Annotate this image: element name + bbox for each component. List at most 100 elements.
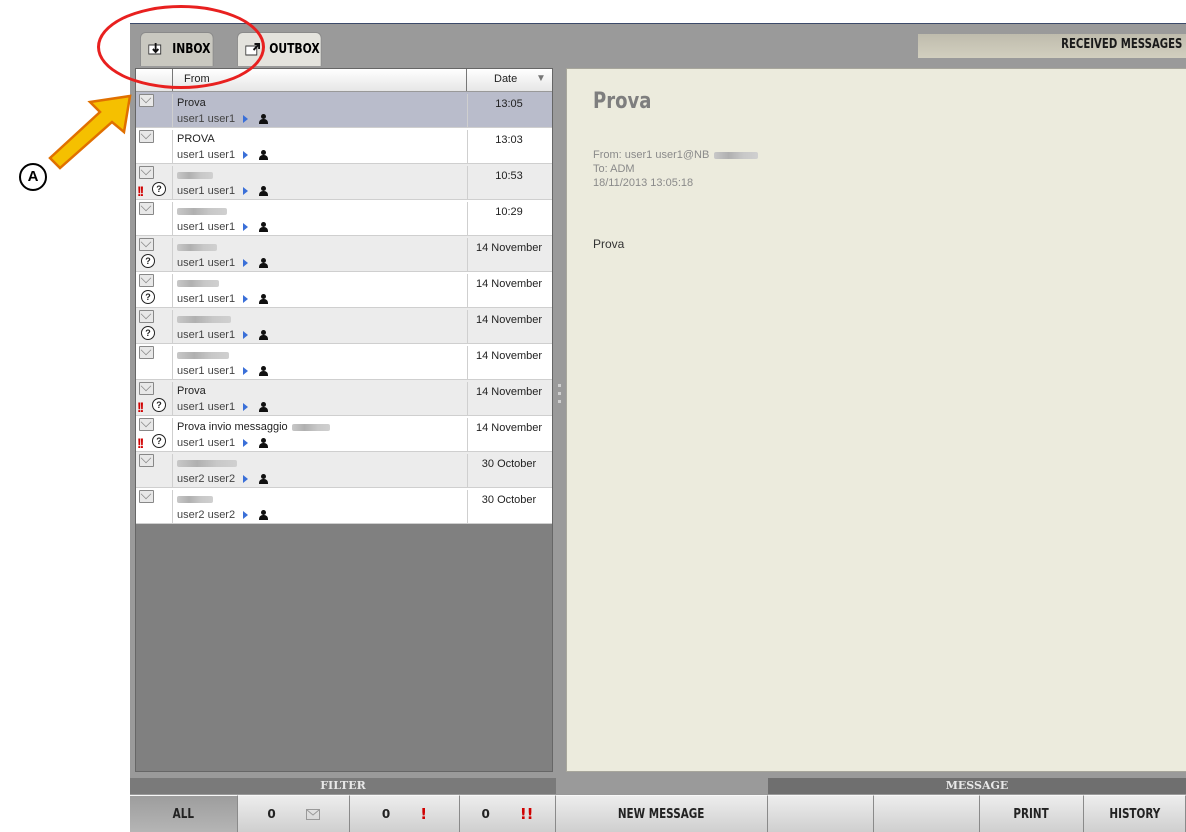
message-sender: user1 user1 — [177, 257, 269, 269]
message-row[interactable]: user2 user2 30 October — [136, 488, 552, 524]
history-button[interactable]: HISTORY — [1084, 795, 1186, 832]
message-row[interactable]: user2 user2 30 October — [136, 452, 552, 488]
play-arrow-icon — [243, 151, 249, 160]
urgent-icon: !! — [137, 399, 144, 415]
message-sender: user2 user2 — [177, 473, 269, 485]
envelope-icon — [139, 166, 154, 179]
message-sender: user1 user1 — [177, 329, 269, 341]
redacted-text — [177, 279, 219, 287]
column-header-from[interactable]: From — [184, 73, 210, 85]
sort-desc-icon[interactable]: ▼ — [536, 73, 546, 84]
play-arrow-icon — [243, 259, 249, 268]
message-date: 14 November — [475, 278, 543, 290]
message-date: 14 November — [475, 314, 543, 326]
message-row[interactable]: !!? Prova invio messaggio user1 user1 14 No… — [136, 416, 552, 452]
message-date: 30 October — [481, 458, 537, 470]
play-arrow-icon — [243, 403, 249, 412]
message-section-label: MESSAGE — [768, 778, 1186, 794]
new-message-button[interactable]: NEW MESSAGE — [556, 795, 768, 832]
message-sender: user1 user1 — [177, 221, 269, 233]
person-icon — [258, 114, 269, 125]
envelope-icon — [139, 382, 154, 395]
message-row[interactable]: !!? user1 user1 10:53 — [136, 164, 552, 200]
page-title: RECEIVED MESSAGES — [1060, 37, 1182, 52]
message-subject — [177, 241, 217, 253]
question-icon: ? — [152, 182, 166, 196]
person-icon — [258, 438, 269, 449]
person-icon — [258, 510, 269, 521]
print-button[interactable]: PRINT — [980, 795, 1084, 832]
message-subject: Prova invio messaggio — [177, 421, 330, 433]
empty-button-1[interactable] — [768, 795, 874, 832]
envelope-icon — [139, 130, 154, 143]
redacted-text — [177, 459, 237, 467]
message-subject: Prova — [177, 385, 206, 397]
envelope-icon — [139, 94, 154, 107]
message-row[interactable]: Prova user1 user1 13:05 — [136, 92, 552, 128]
pane-splitter[interactable] — [558, 384, 561, 414]
tab-inbox[interactable]: INBOX — [140, 32, 214, 66]
message-row[interactable]: ? user1 user1 14 November — [136, 236, 552, 272]
message-list: From Date ▼ Prova user1 user1 13:05 PROVA us… — [135, 68, 553, 772]
play-arrow-icon — [243, 439, 249, 448]
message-row[interactable]: ? user1 user1 14 November — [136, 308, 552, 344]
message-subject — [177, 169, 213, 181]
redacted-text — [291, 423, 330, 431]
message-date: 13:03 — [495, 134, 523, 146]
question-icon: ? — [152, 434, 166, 448]
tab-outbox[interactable]: OUTBOX — [237, 32, 322, 66]
column-header-date[interactable]: Date — [494, 73, 517, 85]
play-arrow-icon — [243, 187, 249, 196]
filter-important-button[interactable]: 0 ! — [350, 795, 460, 832]
empty-button-2[interactable] — [874, 795, 980, 832]
redacted-text — [177, 171, 213, 179]
message-title: Prova — [593, 89, 652, 114]
message-date: 10:29 — [495, 206, 523, 218]
inbox-envelope-icon — [148, 43, 163, 56]
message-subject — [177, 349, 229, 361]
message-subject — [177, 205, 227, 217]
callout-arrow-icon — [48, 94, 132, 170]
message-sender: user2 user2 — [177, 509, 269, 521]
filter-mail-button[interactable]: 0 — [238, 795, 350, 832]
message-subject: Prova — [177, 97, 206, 109]
message-preview-pane: Prova From: user1 user1@NB To: ADM 18/11… — [566, 68, 1186, 772]
redacted-text — [177, 495, 213, 503]
message-sender: user1 user1 — [177, 113, 269, 125]
tab-outbox-label: OUTBOX — [269, 42, 320, 57]
message-subject: PROVA — [177, 133, 215, 145]
message-date: 14 November — [475, 422, 543, 434]
envelope-icon — [139, 202, 154, 215]
person-icon — [258, 258, 269, 269]
filter-all-button[interactable]: ALL — [130, 795, 238, 832]
message-row[interactable]: !!? Prova user1 user1 14 November — [136, 380, 552, 416]
message-sender: user1 user1 — [177, 185, 269, 197]
message-date: 14 November — [475, 242, 543, 254]
exclamation-icon: ! — [420, 805, 428, 823]
message-date: 14 November — [475, 350, 543, 362]
message-to: To: ADM — [593, 163, 635, 175]
play-arrow-icon — [243, 475, 249, 484]
message-subject — [177, 457, 237, 469]
redacted-text — [177, 243, 217, 251]
message-body: Prova — [593, 237, 625, 251]
question-icon: ? — [141, 326, 155, 340]
message-row[interactable]: PROVA user1 user1 13:03 — [136, 128, 552, 164]
envelope-icon — [139, 490, 154, 503]
message-row[interactable]: ? user1 user1 14 November — [136, 272, 552, 308]
message-sender: user1 user1 — [177, 293, 269, 305]
callout-letter-a: A — [19, 163, 47, 191]
filter-urgent-button[interactable]: 0 !! — [460, 795, 556, 832]
outbox-envelope-icon — [245, 43, 260, 56]
message-sender: user1 user1 — [177, 365, 269, 377]
person-icon — [258, 402, 269, 413]
message-row[interactable]: user1 user1 10:29 — [136, 200, 552, 236]
message-row[interactable]: user1 user1 14 November — [136, 344, 552, 380]
person-icon — [258, 150, 269, 161]
redacted-text — [714, 151, 759, 159]
play-arrow-icon — [243, 223, 249, 232]
envelope-icon — [139, 310, 154, 323]
person-icon — [258, 294, 269, 305]
message-datetime: 18/11/2013 13:05:18 — [593, 177, 694, 189]
person-icon — [258, 366, 269, 377]
